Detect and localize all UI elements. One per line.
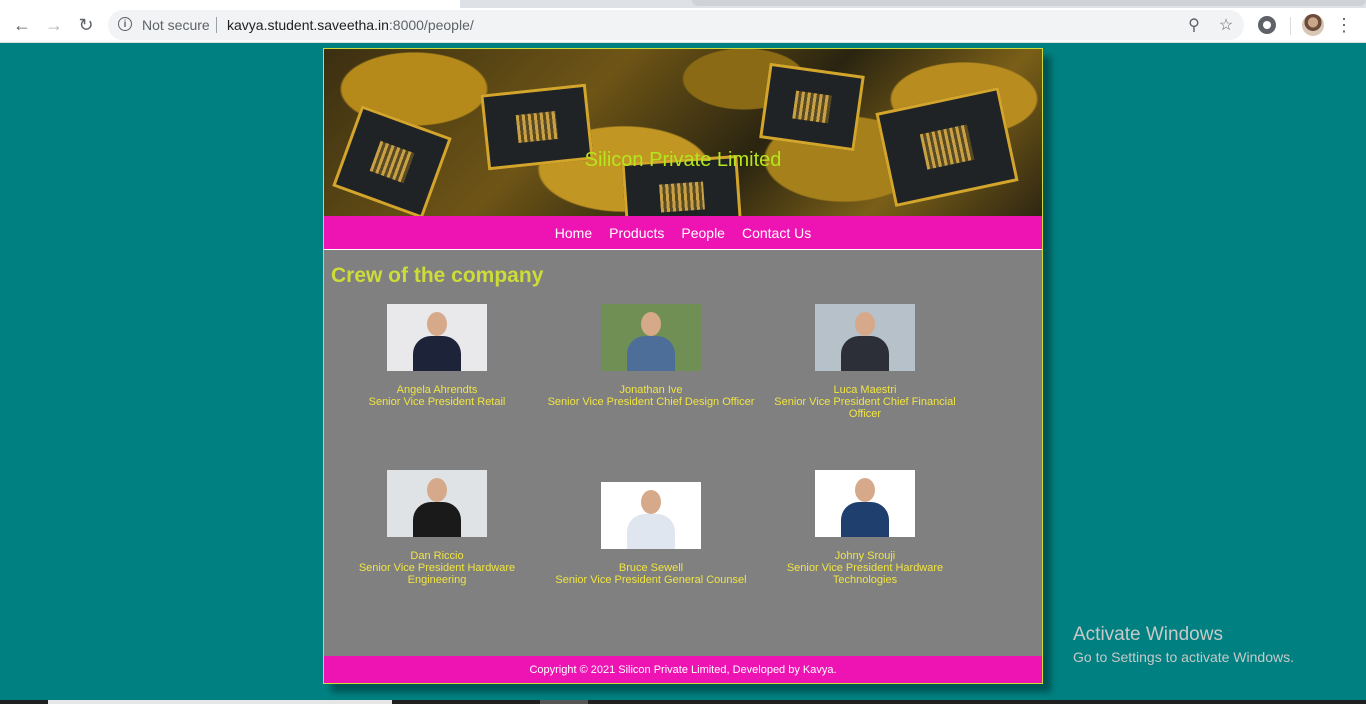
person-name: Dan Riccio <box>410 550 464 562</box>
person-card: Johny Srouji Senior Vice President Hardw… <box>760 470 970 586</box>
zoom-icon[interactable]: ⚲ <box>1184 15 1204 35</box>
browser-toolbar: ← → ↻ i Not secure kavya.student.saveeth… <box>0 8 1366 43</box>
taskbar-item[interactable] <box>48 700 392 704</box>
toolbar-separator <box>1290 17 1291 35</box>
page-title: Crew of the company <box>331 264 544 287</box>
photo-body <box>413 336 461 371</box>
photo-head <box>427 312 447 336</box>
address-bar[interactable]: i Not secure kavya.student.saveetha.in:8… <box>108 10 1244 40</box>
nav-products[interactable]: Products <box>609 225 664 241</box>
person-name: Angela Ahrendts <box>396 384 478 396</box>
site-nav: Home Products People Contact Us <box>324 216 1042 249</box>
nav-contact-us[interactable]: Contact Us <box>742 225 811 241</box>
inactive-tab[interactable] <box>692 0 1366 6</box>
omnibox-divider <box>216 17 217 33</box>
company-name: Silicon Private Limited <box>584 149 782 171</box>
activate-windows-watermark: Activate Windows Go to Settings to activ… <box>1073 624 1294 665</box>
person-title: Senior Vice President Chief Design Offic… <box>547 396 755 408</box>
photo-body <box>841 502 889 537</box>
site-footer: Copyright © 2021 Silicon Private Limited… <box>324 656 1042 683</box>
back-arrow-icon[interactable]: ← <box>8 11 36 39</box>
tab-strip <box>0 0 1366 8</box>
person-title: Senior Vice President General Counsel <box>555 574 747 586</box>
url-host: kavya.student.saveetha.in <box>227 17 389 33</box>
url-path: :8000/people/ <box>388 17 474 33</box>
person-name: Luca Maestri <box>833 384 897 396</box>
banner-image: Silicon Private Limited <box>324 49 1042 216</box>
extension-icon[interactable] <box>1258 16 1276 34</box>
person-title: Senior Vice President Chief Financial Of… <box>774 396 956 420</box>
person-title: Senior Vice President Retail <box>368 396 506 408</box>
photo-body <box>841 336 889 371</box>
reload-icon[interactable]: ↻ <box>72 11 100 39</box>
url-text[interactable]: kavya.student.saveetha.in:8000/people/ <box>227 17 474 33</box>
people-section: Crew of the company Angela Ahrendts Seni… <box>324 249 1042 656</box>
photo-body <box>627 336 675 371</box>
profile-avatar[interactable] <box>1302 14 1324 36</box>
star-icon[interactable]: ☆ <box>1216 15 1236 35</box>
photo-head <box>641 490 661 514</box>
person-photo[interactable] <box>815 470 915 537</box>
person-title: Senior Vice President Hardware Engineeri… <box>358 562 516 586</box>
person-card: Bruce Sewell Senior Vice President Gener… <box>546 482 756 586</box>
activate-subtitle: Go to Settings to activate Windows. <box>1073 649 1294 665</box>
info-icon[interactable]: i <box>118 17 132 31</box>
photo-head <box>641 312 661 336</box>
person-photo[interactable] <box>387 470 487 537</box>
person-card: Jonathan Ive Senior Vice President Chief… <box>546 304 756 408</box>
photo-head <box>855 478 875 502</box>
forward-arrow-icon[interactable]: → <box>40 11 68 39</box>
chip-graphic <box>759 62 865 152</box>
person-title: Senior Vice President Hardware Technolog… <box>786 562 944 586</box>
person-photo[interactable] <box>815 304 915 371</box>
person-photo[interactable] <box>387 304 487 371</box>
person-photo[interactable] <box>601 304 701 371</box>
person-card: Luca Maestri Senior Vice President Chief… <box>760 304 970 420</box>
photo-body <box>627 514 675 549</box>
person-card: Angela Ahrendts Senior Vice President Re… <box>332 304 542 408</box>
nav-home[interactable]: Home <box>555 225 592 241</box>
menu-dots-icon[interactable]: ⋮ <box>1334 12 1354 38</box>
person-name: Jonathan Ive <box>619 384 683 396</box>
page-container: Silicon Private Limited Home Products Pe… <box>323 48 1043 684</box>
chip-graphic <box>875 86 1019 208</box>
person-name: Johny Srouji <box>834 550 896 562</box>
person-card: Dan Riccio Senior Vice President Hardwar… <box>332 470 542 586</box>
activate-title: Activate Windows <box>1073 624 1223 645</box>
photo-body <box>413 502 461 537</box>
taskbar-item[interactable] <box>540 700 588 704</box>
active-tab[interactable] <box>0 0 460 8</box>
photo-head <box>427 478 447 502</box>
nav-people[interactable]: People <box>681 225 725 241</box>
security-label[interactable]: Not secure <box>142 17 210 33</box>
taskbar <box>0 700 1366 704</box>
person-photo[interactable] <box>601 482 701 549</box>
photo-head <box>855 312 875 336</box>
person-name: Bruce Sewell <box>618 562 684 574</box>
